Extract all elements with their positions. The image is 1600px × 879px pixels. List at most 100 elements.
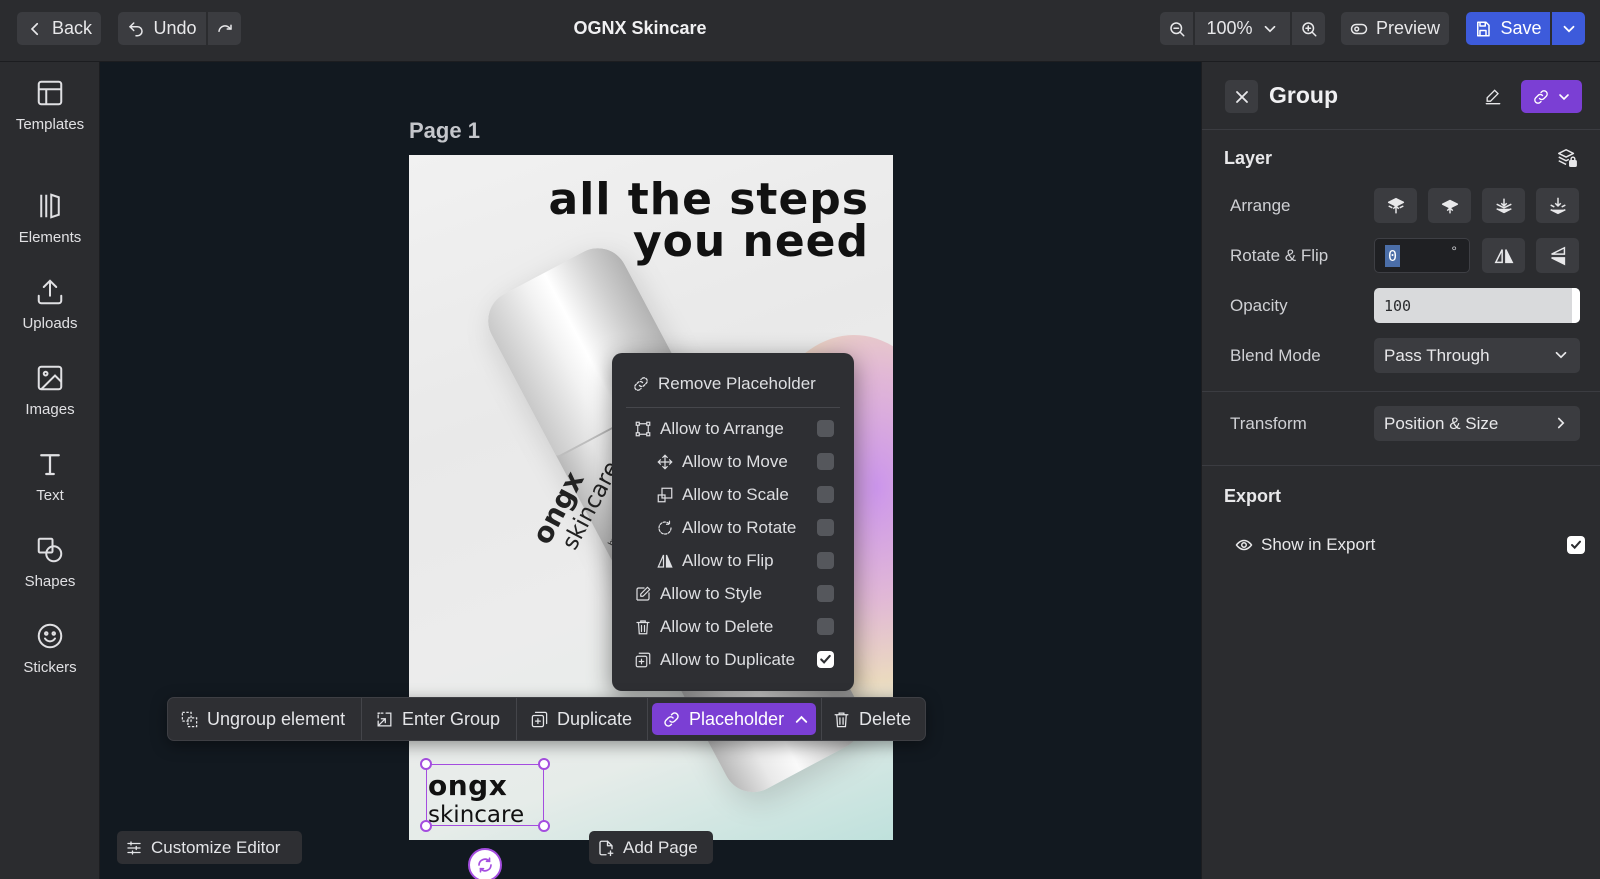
rotate-handle[interactable]: [468, 848, 502, 879]
menu-option-allow-arrange[interactable]: Allow to Arrange: [612, 412, 854, 445]
opacity-slider[interactable]: 100: [1374, 288, 1580, 323]
rotation-value: 0: [1385, 244, 1401, 267]
chevron-down-icon: [1563, 25, 1574, 33]
resize-handle[interactable]: [538, 758, 550, 770]
enter-group-icon: [377, 712, 392, 726]
trash-icon: [636, 619, 650, 634]
placeholder-link-button[interactable]: [1521, 80, 1582, 113]
panel-header: Group: [1202, 62, 1600, 130]
add-page-button[interactable]: Add Page: [589, 831, 713, 864]
selection-box[interactable]: [426, 764, 544, 826]
undo-button[interactable]: Undo: [118, 12, 206, 45]
resize-handle[interactable]: [420, 820, 432, 832]
allow-flip-checkbox[interactable]: [817, 552, 834, 569]
remove-placeholder-item[interactable]: Remove Placeholder: [612, 367, 854, 400]
add-page-label: Add Page: [623, 837, 698, 857]
placeholder-button[interactable]: Placeholder: [652, 703, 816, 735]
rename-button[interactable]: [1478, 82, 1508, 112]
zoom-out-button[interactable]: [1160, 12, 1193, 45]
blend-mode-label: Blend Mode: [1230, 346, 1321, 365]
send-backward-button[interactable]: [1482, 188, 1525, 223]
save-options-button[interactable]: [1552, 12, 1585, 45]
customize-editor-button[interactable]: Customize Editor: [117, 831, 302, 864]
menu-option-allow-rotate[interactable]: Allow to Rotate: [612, 511, 854, 544]
zoom-select[interactable]: 100%: [1195, 12, 1290, 45]
allow-arrange-checkbox[interactable]: [817, 420, 834, 437]
sidebar-item-templates[interactable]: Templates: [0, 78, 100, 148]
menu-divider: [626, 407, 840, 408]
remove-placeholder-label: Remove Placeholder: [658, 373, 816, 393]
chevron-down-icon: [1555, 351, 1567, 359]
delete-button[interactable]: Delete: [832, 698, 911, 740]
menu-option-allow-delete[interactable]: Allow to Delete: [612, 610, 854, 643]
arrange-frame-icon: [635, 421, 651, 436]
redo-button[interactable]: [208, 12, 241, 45]
menu-option-allow-style[interactable]: Allow to Style: [612, 577, 854, 610]
duplicate-button[interactable]: Duplicate: [530, 698, 632, 740]
menu-option-label: Allow to Flip: [682, 550, 774, 570]
checkmark-icon: [1571, 540, 1581, 550]
allow-scale-checkbox[interactable]: [817, 486, 834, 503]
rotation-input[interactable]: 0 °: [1374, 238, 1470, 273]
redo-icon: [217, 24, 232, 32]
layer-section-title: Layer: [1224, 148, 1273, 168]
enter-group-button[interactable]: Enter Group: [375, 698, 500, 740]
document-title: OGNX Skincare: [573, 18, 707, 38]
zoom-in-button[interactable]: [1292, 12, 1325, 45]
bring-forward-button[interactable]: [1428, 188, 1471, 223]
panel-title: Group: [1269, 82, 1338, 108]
menu-option-allow-scale[interactable]: Allow to Scale: [612, 478, 854, 511]
sidebar-item-images[interactable]: Images: [0, 363, 100, 433]
sidebar-item-text[interactable]: Text: [0, 449, 100, 519]
bring-to-front-button[interactable]: [1374, 188, 1417, 223]
send-to-back-button[interactable]: [1536, 188, 1579, 223]
image-icon: [37, 365, 63, 391]
layers-lock-icon: [1558, 149, 1577, 167]
blend-mode-select[interactable]: Pass Through: [1374, 338, 1580, 373]
zoom-value: 100%: [1206, 18, 1253, 38]
menu-option-allow-duplicate[interactable]: Allow to Duplicate: [612, 643, 854, 676]
show-in-export-row[interactable]: Show in Export: [1235, 532, 1585, 558]
resize-handle[interactable]: [538, 820, 550, 832]
placeholder-label: Placeholder: [689, 708, 785, 729]
allow-duplicate-checkbox[interactable]: [817, 651, 834, 668]
allow-style-checkbox[interactable]: [817, 585, 834, 602]
ungroup-button[interactable]: Ungroup element: [180, 698, 345, 740]
templates-icon: [37, 80, 63, 106]
sidebar-item-elements[interactable]: Elements: [0, 191, 100, 261]
link-icon: [1533, 89, 1548, 104]
preview-button[interactable]: Preview: [1341, 12, 1449, 45]
chevron-right-icon: [1557, 417, 1565, 429]
flip-horizontal-button[interactable]: [1482, 238, 1525, 273]
chevron-down-icon: [1558, 93, 1569, 100]
close-panel-button[interactable]: [1225, 80, 1258, 113]
sidebar-item-label: Images: [25, 401, 75, 418]
close-icon: [1235, 90, 1248, 103]
back-button[interactable]: Back: [17, 12, 101, 45]
transform-value: Position & Size: [1384, 413, 1499, 433]
pencil-icon: [1485, 89, 1501, 105]
allow-delete-checkbox[interactable]: [817, 618, 834, 635]
save-button[interactable]: Save: [1466, 12, 1550, 45]
sidebar-item-stickers[interactable]: Stickers: [0, 621, 100, 691]
menu-option-allow-flip[interactable]: Allow to Flip: [612, 544, 854, 577]
allow-rotate-checkbox[interactable]: [817, 519, 834, 536]
opacity-slider-thumb[interactable]: [1572, 288, 1580, 323]
sidebar-item-uploads[interactable]: Uploads: [0, 277, 100, 347]
export-section-title: Export: [1224, 486, 1282, 506]
headline-text[interactable]: all the steps you need: [549, 178, 869, 264]
transform-button[interactable]: Position & Size: [1374, 406, 1580, 441]
sidebar-item-label: Shapes: [24, 573, 76, 590]
chevron-left-icon: [30, 22, 39, 35]
sidebar-item-shapes[interactable]: Shapes: [0, 535, 100, 605]
menu-option-label: Allow to Rotate: [682, 517, 797, 537]
show-in-export-checkbox[interactable]: [1567, 536, 1585, 554]
sticker-icon: [37, 623, 63, 649]
resize-handle[interactable]: [420, 758, 432, 770]
flip-vertical-button[interactable]: [1536, 238, 1579, 273]
style-icon: [636, 586, 651, 601]
layer-lock-button[interactable]: [1553, 144, 1581, 172]
menu-option-allow-move[interactable]: Allow to Move: [612, 445, 854, 478]
rotate-icon: [478, 857, 492, 873]
allow-move-checkbox[interactable]: [817, 453, 834, 470]
